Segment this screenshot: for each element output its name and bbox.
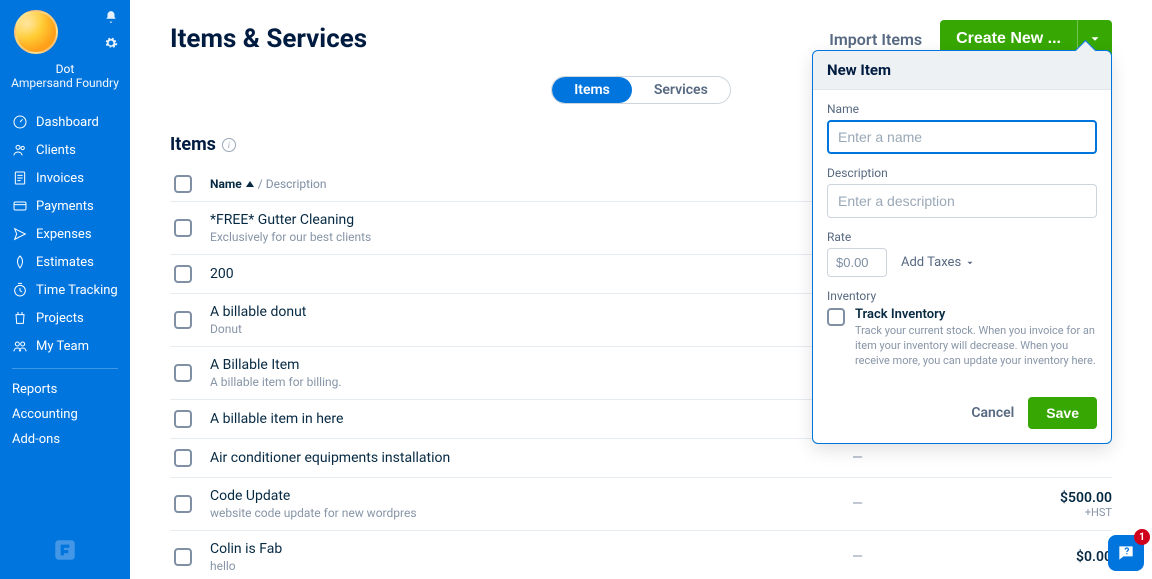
gear-icon[interactable]: [104, 36, 118, 54]
rate-field-label: Rate: [827, 230, 1097, 244]
item-name: A Billable Item: [210, 357, 852, 373]
tab-items[interactable]: Items: [552, 77, 632, 103]
name-input[interactable]: [827, 120, 1097, 154]
user-name: Dot: [56, 62, 75, 76]
main-content: Items & Services Import Items Create New…: [130, 0, 1152, 579]
sidebar-item-accounting[interactable]: Accounting: [0, 402, 130, 427]
section-title: Items: [170, 134, 216, 155]
item-stock: —: [852, 450, 992, 466]
popover-title: New Item: [813, 51, 1111, 90]
help-badge: 1: [1134, 529, 1150, 545]
item-name: Colin is Fab: [210, 541, 852, 557]
sidebar-item-projects[interactable]: Projects: [0, 304, 130, 332]
sidebar-item-payments[interactable]: Payments: [0, 192, 130, 220]
item-name: Air conditioner equipments installation: [210, 450, 852, 466]
import-items-link[interactable]: Import Items: [829, 30, 922, 49]
item-description: A billable item for billing.: [210, 375, 852, 389]
item-name: *FREE* Gutter Cleaning: [210, 212, 852, 228]
table-row[interactable]: Code Update website code update for new w…: [170, 478, 1112, 531]
inventory-field-label: Inventory: [827, 289, 1097, 303]
avatar[interactable]: [14, 10, 58, 54]
bell-icon[interactable]: [104, 10, 118, 28]
column-header-name[interactable]: Name / Description: [210, 177, 852, 191]
name-field-label: Name: [827, 102, 1097, 116]
track-inventory-checkbox[interactable]: [827, 308, 845, 326]
item-description: website code update for new wordpres: [210, 506, 852, 520]
page-title: Items & Services: [170, 24, 367, 54]
sort-caret-up-icon: [246, 181, 254, 187]
item-description: hello: [210, 559, 852, 573]
nav-divider: [12, 368, 118, 369]
info-icon[interactable]: i: [222, 138, 236, 152]
help-fab[interactable]: 1: [1108, 535, 1144, 571]
chevron-down-icon: [965, 258, 975, 268]
app-logo: [52, 537, 78, 567]
save-button[interactable]: Save: [1028, 397, 1097, 429]
sidebar-item-dashboard[interactable]: Dashboard: [0, 108, 130, 136]
item-name: 200: [210, 266, 852, 282]
item-description: Exclusively for our best clients: [210, 230, 852, 244]
row-checkbox[interactable]: [174, 265, 192, 283]
add-taxes-link[interactable]: Add Taxes: [901, 255, 975, 270]
sidebar-item-clients[interactable]: Clients: [0, 136, 130, 164]
item-name: A billable donut: [210, 304, 852, 320]
description-field-label: Description: [827, 166, 1097, 180]
sidebar-item-my-team[interactable]: My Team: [0, 332, 130, 360]
item-name: Code Update: [210, 488, 852, 504]
sidebar-item-time-tracking[interactable]: Time Tracking: [0, 276, 130, 304]
description-input[interactable]: [827, 184, 1097, 218]
item-stock: —: [852, 496, 992, 512]
sidebar-item-invoices[interactable]: Invoices: [0, 164, 130, 192]
new-item-popover: New Item Name Description Rate Add Taxes: [812, 50, 1112, 444]
track-inventory-label: Track Inventory: [855, 307, 1097, 322]
tab-services[interactable]: Services: [632, 77, 730, 103]
sidebar-item-estimates[interactable]: Estimates: [0, 248, 130, 276]
table-row[interactable]: Colin is Fab hello—$0.00: [170, 531, 1112, 579]
sidebar-item-reports[interactable]: Reports: [0, 377, 130, 402]
cancel-button[interactable]: Cancel: [971, 405, 1014, 421]
row-checkbox[interactable]: [174, 219, 192, 237]
row-checkbox[interactable]: [174, 364, 192, 382]
track-inventory-description: Track your current stock. When you invoi…: [855, 324, 1097, 369]
row-checkbox[interactable]: [174, 449, 192, 467]
row-checkbox[interactable]: [174, 410, 192, 428]
sidebar: Dot Ampersand Foundry Dashboard Clients …: [0, 0, 130, 579]
sidebar-item-expenses[interactable]: Expenses: [0, 220, 130, 248]
item-rate: $0.00: [992, 549, 1112, 565]
company-name: Ampersand Foundry: [11, 76, 119, 90]
table-row[interactable]: Air conditioner equipments installation—: [170, 439, 1112, 478]
row-checkbox[interactable]: [174, 311, 192, 329]
item-description: Donut: [210, 322, 852, 336]
item-name: A billable item in here: [210, 411, 852, 427]
chat-icon: [1116, 543, 1136, 563]
select-all-checkbox[interactable]: [174, 175, 192, 193]
row-checkbox[interactable]: [174, 495, 192, 513]
sidebar-item-addons[interactable]: Add-ons: [0, 427, 130, 452]
row-checkbox[interactable]: [174, 548, 192, 566]
item-rate-sub: +HST: [992, 506, 1112, 519]
rate-input[interactable]: [827, 248, 887, 277]
item-stock: —: [852, 549, 992, 565]
tabs: Items Services: [551, 76, 731, 104]
item-rate: $500.00: [992, 490, 1112, 506]
